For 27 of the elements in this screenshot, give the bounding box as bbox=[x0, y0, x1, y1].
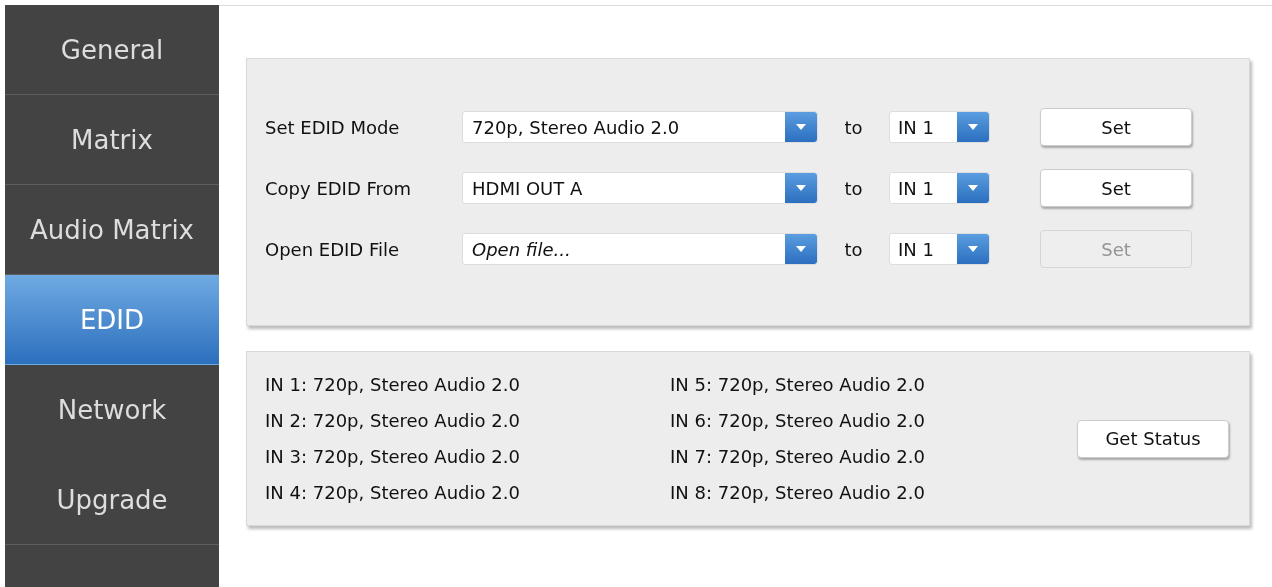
source-dropdown[interactable]: HDMI OUT A bbox=[462, 172, 818, 204]
input-dropdown[interactable]: IN 1 bbox=[889, 172, 990, 204]
set-button[interactable]: Set bbox=[1040, 108, 1192, 146]
status-line: IN 1: 720p, Stereo Audio 2.0 bbox=[265, 372, 521, 397]
status-line: IN 4: 720p, Stereo Audio 2.0 bbox=[265, 480, 521, 505]
source-dropdown[interactable]: Open file... bbox=[462, 233, 818, 265]
status-line: IN 6: 720p, Stereo Audio 2.0 bbox=[670, 408, 926, 433]
get-status-button[interactable]: Get Status bbox=[1077, 419, 1229, 458]
row-label: Open EDID File bbox=[265, 238, 401, 260]
row-label: Set EDID Mode bbox=[265, 116, 401, 138]
set-button[interactable]: Set bbox=[1040, 169, 1192, 207]
sidebar-item[interactable]: General bbox=[5, 5, 219, 95]
status-line: IN 3: 720p, Stereo Audio 2.0 bbox=[265, 444, 521, 469]
status-line: IN 8: 720p, Stereo Audio 2.0 bbox=[670, 480, 926, 505]
source-dropdown[interactable]: 720p, Stereo Audio 2.0 bbox=[462, 111, 818, 143]
sidebar-item[interactable]: Network bbox=[5, 365, 219, 455]
to-label: to bbox=[843, 177, 864, 199]
input-dropdown[interactable]: IN 1 bbox=[889, 233, 990, 265]
sidebar-item[interactable]: Upgrade bbox=[5, 455, 219, 545]
status-line: IN 7: 720p, Stereo Audio 2.0 bbox=[670, 444, 926, 469]
row-label: Copy EDID From bbox=[265, 177, 413, 199]
input-dropdown[interactable]: IN 1 bbox=[889, 111, 990, 143]
sidebar-item[interactable]: Matrix bbox=[5, 95, 219, 185]
to-label: to bbox=[843, 238, 864, 260]
to-label: to bbox=[843, 116, 864, 138]
status-line: IN 5: 720p, Stereo Audio 2.0 bbox=[670, 372, 926, 397]
status-line: IN 2: 720p, Stereo Audio 2.0 bbox=[265, 408, 521, 433]
